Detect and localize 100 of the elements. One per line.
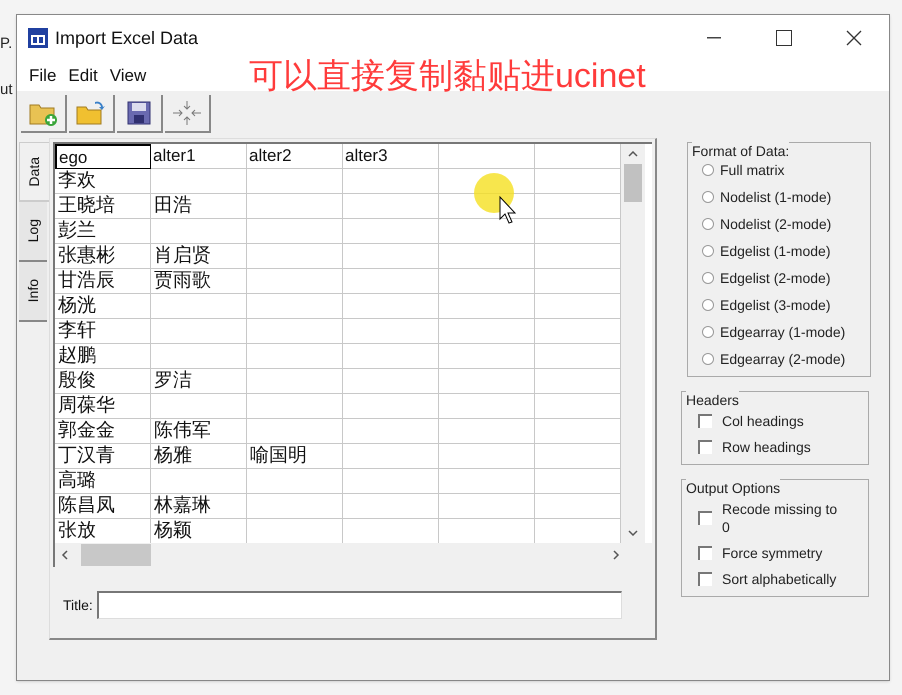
radio-option[interactable]: Full matrix (702, 159, 870, 181)
table-cell[interactable] (439, 369, 535, 394)
table-cell[interactable]: 罗洁 (151, 369, 247, 394)
table-cell[interactable] (343, 219, 439, 244)
table-cell[interactable] (439, 469, 535, 494)
table-cell[interactable]: 陈伟军 (151, 419, 247, 444)
table-cell[interactable] (247, 344, 343, 369)
menu-item[interactable]: Edit (62, 63, 104, 89)
table-cell[interactable] (247, 219, 343, 244)
table-cell[interactable] (343, 419, 439, 444)
table-cell[interactable] (247, 394, 343, 419)
table-cell[interactable] (439, 344, 535, 369)
radio-option[interactable]: Edgelist (3-mode) (702, 294, 870, 316)
checkbox[interactable] (698, 414, 712, 428)
table-cell[interactable] (151, 319, 247, 344)
table-cell[interactable] (439, 294, 535, 319)
table-cell[interactable]: 李欢 (55, 169, 151, 194)
table-cell[interactable]: 郭金金 (55, 419, 151, 444)
side-tab[interactable]: Info (19, 262, 47, 322)
radio-option[interactable]: Edgelist (1-mode) (702, 240, 870, 262)
table-cell[interactable]: 陈昌凤 (55, 494, 151, 519)
column-header-cell[interactable]: ego (55, 144, 151, 169)
table-cell[interactable] (247, 494, 343, 519)
checkbox-option[interactable]: Recode missing to 0 (698, 500, 868, 536)
table-cell[interactable] (343, 369, 439, 394)
table-cell[interactable]: 高璐 (55, 469, 151, 494)
table-cell[interactable] (151, 469, 247, 494)
table-cell[interactable]: 丁汉青 (55, 444, 151, 469)
table-cell[interactable] (247, 419, 343, 444)
table-cell[interactable] (439, 269, 535, 294)
table-cell[interactable] (343, 169, 439, 194)
toolbar-button[interactable] (117, 95, 163, 133)
table-cell[interactable] (343, 469, 439, 494)
radio-option[interactable]: Nodelist (1-mode) (702, 186, 870, 208)
table-cell[interactable]: 李轩 (55, 319, 151, 344)
column-header-cell[interactable]: alter2 (247, 144, 343, 169)
table-cell[interactable] (247, 244, 343, 269)
side-tab[interactable]: Data (19, 142, 49, 202)
column-header-cell[interactable]: alter3 (343, 144, 439, 169)
radio-option[interactable]: Edgelist (2-mode) (702, 267, 870, 289)
checkbox[interactable] (698, 511, 712, 525)
table-cell[interactable]: 田浩 (151, 194, 247, 219)
table-cell[interactable] (343, 444, 439, 469)
table-cell[interactable] (343, 319, 439, 344)
table-cell[interactable] (247, 369, 343, 394)
table-cell[interactable] (343, 494, 439, 519)
scrollbar-thumb[interactable] (81, 544, 151, 566)
table-cell[interactable]: 甘浩辰 (55, 269, 151, 294)
scrollbar-thumb[interactable] (624, 164, 642, 202)
table-cell[interactable] (247, 269, 343, 294)
table-cell[interactable] (247, 169, 343, 194)
table-cell[interactable] (439, 244, 535, 269)
checkbox[interactable] (698, 440, 712, 454)
table-cell[interactable]: 王晓培 (55, 194, 151, 219)
checkbox[interactable] (698, 546, 712, 560)
table-cell[interactable]: 喻国明 (247, 444, 343, 469)
table-cell[interactable] (343, 394, 439, 419)
table-cell[interactable]: 杨洸 (55, 294, 151, 319)
table-cell[interactable] (247, 319, 343, 344)
table-cell[interactable] (343, 344, 439, 369)
table-cell[interactable] (247, 294, 343, 319)
table-cell[interactable] (247, 194, 343, 219)
table-cell[interactable] (343, 244, 439, 269)
radio-option[interactable]: Edgearray (2-mode) (702, 348, 870, 370)
table-cell[interactable]: 彭兰 (55, 219, 151, 244)
menu-item[interactable]: View (104, 63, 152, 89)
table-cell[interactable] (439, 494, 535, 519)
column-header-cell[interactable]: alter1 (151, 144, 247, 169)
table-cell[interactable] (247, 469, 343, 494)
table-cell[interactable] (343, 194, 439, 219)
table-cell[interactable] (151, 394, 247, 419)
table-cell[interactable] (343, 294, 439, 319)
radio-option[interactable]: Nodelist (2-mode) (702, 213, 870, 235)
table-cell[interactable] (151, 294, 247, 319)
column-header-cell[interactable] (439, 144, 535, 169)
side-tab[interactable]: Log (19, 202, 47, 262)
checkbox-option[interactable]: Row headings (698, 438, 868, 456)
table-cell[interactable]: 赵鹏 (55, 344, 151, 369)
table-cell[interactable] (439, 319, 535, 344)
table-cell[interactable] (439, 444, 535, 469)
table-cell[interactable]: 周葆华 (55, 394, 151, 419)
checkbox-option[interactable]: Sort alphabetically (698, 570, 868, 588)
vertical-scrollbar[interactable] (621, 144, 645, 543)
table-cell[interactable] (439, 419, 535, 444)
table-cell[interactable] (151, 169, 247, 194)
table-cell[interactable] (151, 219, 247, 244)
radio-option[interactable]: Edgearray (1-mode) (702, 321, 870, 343)
table-cell[interactable] (151, 344, 247, 369)
table-cell[interactable]: 贾雨歌 (151, 269, 247, 294)
table-cell[interactable]: 肖启贤 (151, 244, 247, 269)
checkbox-option[interactable]: Col headings (698, 412, 868, 430)
table-cell[interactable]: 张惠彬 (55, 244, 151, 269)
horizontal-scrollbar[interactable] (55, 543, 652, 567)
menu-item[interactable]: File (23, 63, 62, 89)
title-input[interactable] (96, 591, 622, 619)
table-cell[interactable] (439, 394, 535, 419)
checkbox-option[interactable]: Force symmetry (698, 544, 868, 562)
table-cell[interactable]: 殷俊 (55, 369, 151, 394)
table-cell[interactable]: 杨雅 (151, 444, 247, 469)
checkbox[interactable] (698, 572, 712, 586)
